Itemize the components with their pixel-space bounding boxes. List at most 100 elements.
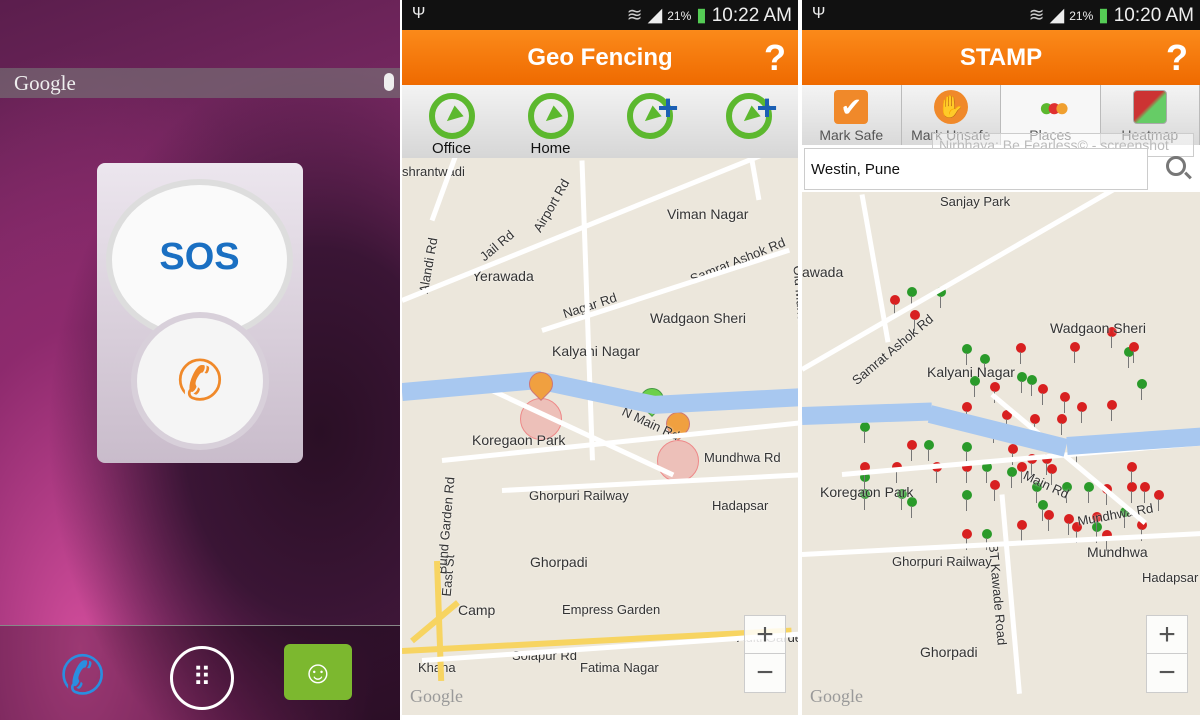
battery-percent: 21% (1069, 8, 1094, 23)
zoom-controls: + − (744, 615, 786, 693)
zoom-controls: + − (1146, 615, 1188, 693)
safe-pin-icon (962, 442, 972, 463)
road (802, 192, 1150, 372)
map-label: Mundhwa Rd (704, 450, 781, 465)
microphone-icon[interactable] (384, 73, 394, 91)
map[interactable]: shrantwadi East St Bund Garden Rd Old Mundh… (402, 158, 798, 715)
map-label: Kalyani Nagar (927, 364, 1015, 380)
unsafe-pin-icon (890, 295, 900, 316)
geofence-circle (657, 440, 699, 482)
safe-pin-icon (1084, 482, 1094, 503)
help-button[interactable]: ? (1166, 30, 1188, 85)
map-label: Kalyani Nagar (552, 343, 640, 359)
help-button[interactable]: ? (764, 30, 786, 85)
messaging-icon[interactable]: ☺ (284, 644, 352, 700)
zoom-out-button[interactable]: − (1147, 654, 1187, 692)
call-button[interactable]: ✆ (137, 318, 263, 444)
place-home-button[interactable]: Home (501, 85, 600, 158)
raised-hand-icon: ✋ (933, 90, 968, 124)
battery-percent: 21% (667, 8, 692, 23)
signal-icon: ◢ (1049, 5, 1065, 26)
tab-label: Mark Safe (819, 127, 884, 143)
map-label: Wadgaon Sheri (1050, 320, 1146, 336)
place-label: Office (432, 140, 471, 157)
unsafe-pin-icon (1077, 402, 1087, 423)
river (802, 402, 933, 425)
apps-grid-icon[interactable]: ⠿ (170, 646, 234, 710)
unsafe-pin-icon (962, 529, 972, 550)
phone-icon: ✆ (176, 349, 224, 412)
map[interactable]: Ghorpadi Hadapsar BT Kawade Road Ghorpuri R… (802, 192, 1200, 715)
places-toolbar: Office Home + + (402, 85, 798, 158)
tab-mark-safe[interactable]: ✔ Mark Safe (802, 85, 902, 145)
unsafe-pin-icon (1127, 482, 1137, 503)
place-office-button[interactable]: Office (402, 85, 501, 158)
unsafe-pin-icon (1038, 384, 1048, 405)
map-label: Camp (458, 602, 496, 618)
map-label: Mundhwa (1087, 544, 1148, 560)
safe-pin-icon (1027, 375, 1037, 396)
safe-pin-icon (962, 344, 972, 365)
map-label: Airport Rd (530, 176, 573, 235)
safe-pin-icon (1038, 500, 1048, 521)
safe-pin-icon (924, 440, 934, 461)
map-label: shrantwadi (402, 164, 465, 179)
unsafe-pin-icon (1129, 342, 1139, 363)
location-arrow-icon (527, 93, 574, 139)
phone-icon[interactable]: ✆ (60, 644, 105, 707)
unsafe-pin-icon (1154, 490, 1164, 511)
usb-icon: Ψ (812, 5, 826, 22)
google-attribution: Google (810, 686, 863, 706)
road (501, 472, 798, 493)
search-icon[interactable] (1166, 156, 1186, 176)
status-bar: Ψ ≋ ◢ 21% ▮ 10:22 AM (402, 0, 798, 30)
safe-pin-icon (982, 529, 992, 550)
river (402, 370, 543, 401)
map-label: Empress Garden (562, 602, 661, 617)
search-input[interactable]: Westin, Pune (804, 148, 1148, 190)
battery-icon: ▮ (696, 5, 707, 26)
map-label: Samrat Ashok Rd (849, 311, 937, 388)
map-label: Sanjay Park (940, 194, 1011, 209)
unsafe-pin-icon (907, 440, 917, 461)
search-value: Westin, Pune (811, 161, 900, 178)
safe-pin-icon (1017, 372, 1027, 393)
zoom-out-button[interactable]: − (745, 654, 785, 692)
safe-pin-icon (1137, 379, 1147, 400)
geo-fencing-screen: Ψ ≋ ◢ 21% ▮ 10:22 AM Geo Fencing? Office Hom… (402, 0, 798, 720)
unsafe-pin-icon (1030, 414, 1040, 435)
unsafe-pin-icon (1107, 400, 1117, 421)
unsafe-pin-icon (1064, 514, 1074, 535)
unsafe-pin-icon (1016, 343, 1026, 364)
map-label: Koregaon Park (820, 484, 914, 500)
unsafe-pin-icon (1070, 342, 1080, 363)
safe-pin-icon (860, 422, 870, 443)
google-attribution: Google (410, 686, 463, 706)
map-label: Fatima Nagar (580, 660, 659, 675)
page-title: Geo Fencing (527, 44, 673, 71)
usb-icon: Ψ (412, 5, 426, 22)
map-label: Hadapsar (712, 498, 769, 513)
unsafe-pin-icon (1008, 444, 1018, 465)
map-label: awada (802, 264, 844, 280)
unsafe-pin-icon (1060, 392, 1070, 413)
map-label: Ghorpadi (920, 644, 978, 660)
unsafe-pin-icon (1017, 520, 1027, 541)
sos-button[interactable]: SOS (112, 185, 287, 335)
place-label: Home (530, 140, 571, 157)
clock: 10:22 AM (711, 4, 792, 26)
add-place-button[interactable]: + (699, 85, 798, 158)
unsafe-pin-icon (962, 402, 972, 423)
map-label: Ghorpadi (530, 554, 588, 570)
add-place-button[interactable]: + (600, 85, 699, 158)
map-label: Old Mundhwa Rd (790, 264, 798, 366)
map-label: Viman Nagar (667, 206, 749, 222)
zoom-in-button[interactable]: + (1147, 616, 1187, 654)
app-header: Geo Fencing? (402, 30, 798, 85)
unsafe-pin-icon (990, 382, 1000, 403)
google-search-bar[interactable]: Google (0, 68, 400, 98)
sos-widget: SOS ✆ (97, 163, 303, 463)
zoom-in-button[interactable]: + (745, 616, 785, 654)
location-arrow-icon (428, 93, 475, 139)
status-bar: Ψ ≋ ◢ 21% ▮ 10:20 AM (802, 0, 1200, 30)
